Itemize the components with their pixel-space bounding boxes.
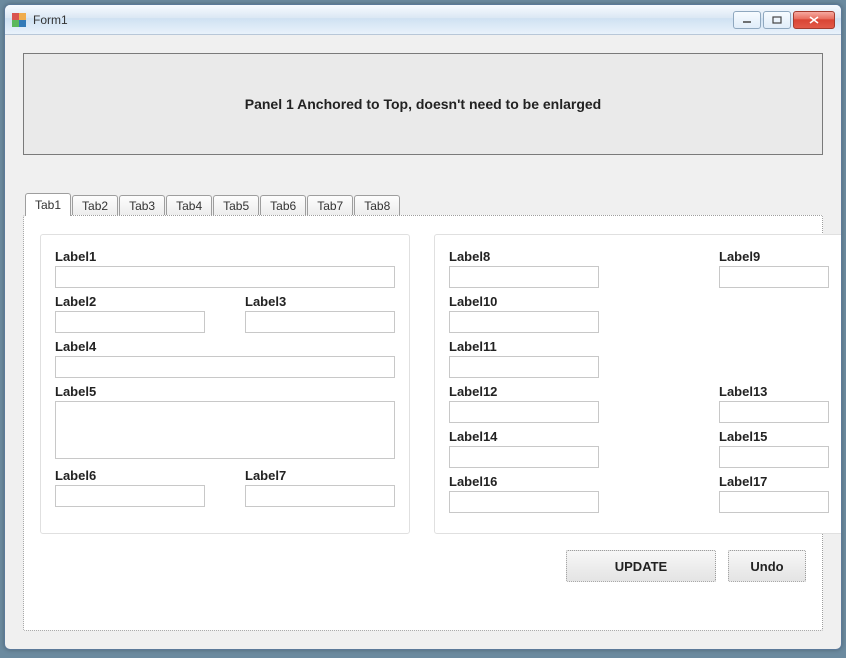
minimize-button[interactable] [733,11,761,29]
input-4[interactable] [55,356,395,378]
undo-button[interactable]: Undo [728,550,806,582]
update-button[interactable]: UPDATE [566,550,716,582]
tab-tab1[interactable]: Tab1 [25,193,71,216]
label-15: Label15 [719,429,829,444]
input-10[interactable] [449,311,599,333]
label-12: Label12 [449,384,599,399]
label-7: Label7 [245,468,395,483]
tab-strip: Tab1 Tab2 Tab3 Tab4 Tab5 Tab6 Tab7 Tab8 [23,193,823,215]
panel-1-text: Panel 1 Anchored to Top, doesn't need to… [245,96,601,112]
button-bar: UPDATE Undo [40,550,806,582]
panel-1: Panel 1 Anchored to Top, doesn't need to… [23,53,823,155]
input-3[interactable] [245,311,395,333]
close-button[interactable] [793,11,835,29]
label-10: Label10 [449,294,829,309]
label-14: Label14 [449,429,599,444]
label-5: Label5 [55,384,395,399]
label-16: Label16 [449,474,599,489]
tab-tab4[interactable]: Tab4 [166,195,212,216]
tab-tab5[interactable]: Tab5 [213,195,259,216]
input-1[interactable] [55,266,395,288]
tab-tab7[interactable]: Tab7 [307,195,353,216]
title-bar[interactable]: Form1 [5,5,841,35]
label-3: Label3 [245,294,395,309]
input-9[interactable] [719,266,829,288]
label-13: Label13 [719,384,829,399]
tab-tab6[interactable]: Tab6 [260,195,306,216]
app-icon [11,12,27,28]
window-frame: Form1 Panel 1 Anchored to Top, doesn't n… [4,4,842,650]
tab-tab8[interactable]: Tab8 [354,195,400,216]
label-4: Label4 [55,339,395,354]
tab-tab2[interactable]: Tab2 [72,195,118,216]
right-panel: Label8 Label9 Label10 Label11 [434,234,842,534]
tab-tab3[interactable]: Tab3 [119,195,165,216]
input-17[interactable] [719,491,829,513]
input-11[interactable] [449,356,599,378]
left-panel: Label1 Label2 Label3 Label4 [40,234,410,534]
input-8[interactable] [449,266,599,288]
label-2: Label2 [55,294,205,309]
window-title: Form1 [33,13,68,27]
label-6: Label6 [55,468,205,483]
label-9: Label9 [719,249,829,264]
label-8: Label8 [449,249,599,264]
label-17: Label17 [719,474,829,489]
input-13[interactable] [719,401,829,423]
input-15[interactable] [719,446,829,468]
input-2[interactable] [55,311,205,333]
input-14[interactable] [449,446,599,468]
input-12[interactable] [449,401,599,423]
label-11: Label11 [449,339,829,354]
label-1: Label1 [55,249,395,264]
client-area: Panel 1 Anchored to Top, doesn't need to… [5,35,841,649]
input-5[interactable] [55,401,395,459]
input-16[interactable] [449,491,599,513]
maximize-button[interactable] [763,11,791,29]
input-7[interactable] [245,485,395,507]
tab-page-1: Label1 Label2 Label3 Label4 [23,215,823,631]
input-6[interactable] [55,485,205,507]
